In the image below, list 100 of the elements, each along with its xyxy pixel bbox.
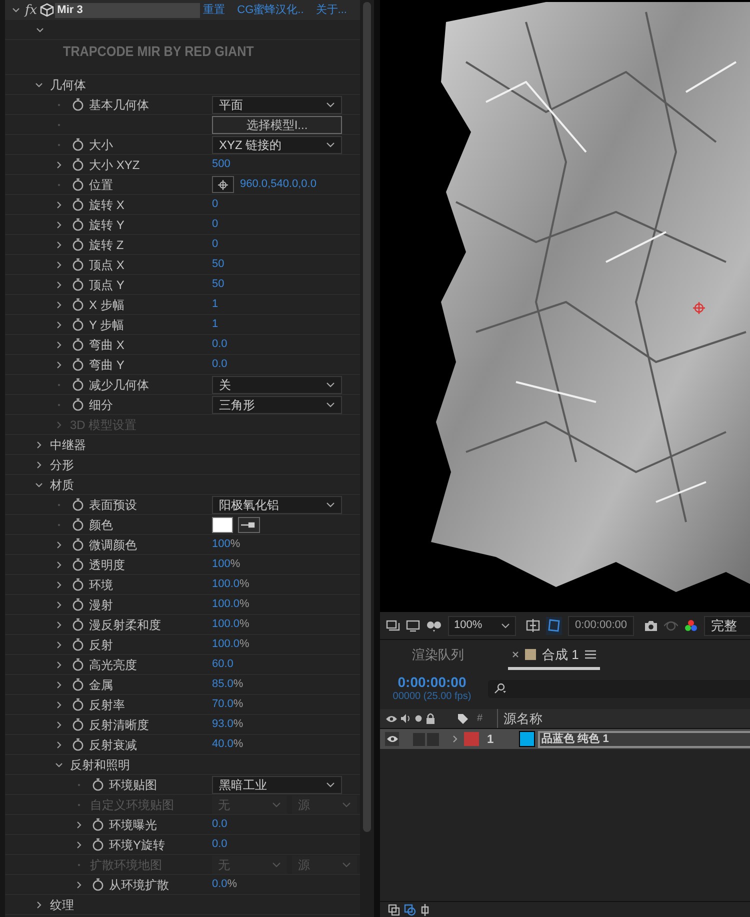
property-value[interactable]: 100.0	[212, 596, 240, 613]
menu-icon[interactable]	[584, 650, 596, 659]
color-channels-icon[interactable]	[684, 618, 698, 632]
effect-link[interactable]: CG蜜蜂汉化..	[237, 2, 304, 18]
stopwatch-icon[interactable]	[72, 378, 84, 391]
group-label[interactable]: 中继器	[50, 436, 86, 454]
property-value[interactable]: 100.0	[212, 616, 240, 633]
stopwatch-icon[interactable]	[72, 238, 84, 251]
dropdown[interactable]: 关	[212, 376, 342, 394]
property-value[interactable]: 0.0	[212, 876, 228, 893]
property-value[interactable]: 100	[212, 556, 230, 573]
property-value[interactable]: 0.0	[212, 816, 228, 833]
stopwatch-icon[interactable]	[72, 658, 84, 671]
stopwatch-icon[interactable]	[72, 178, 84, 191]
stopwatch-icon[interactable]	[72, 738, 84, 751]
time-field[interactable]: 0:00:00:00	[568, 616, 634, 636]
property-value[interactable]: 960.0,540.0,0.0	[240, 176, 316, 193]
resolution-dropdown[interactable]: 完整	[704, 616, 750, 636]
stopwatch-icon[interactable]	[72, 558, 84, 571]
label-color-swatch[interactable]	[464, 732, 479, 746]
mask-toggle-icon[interactable]	[546, 616, 562, 634]
stopwatch-icon[interactable]	[92, 778, 104, 791]
group-label[interactable]: 几何体	[50, 76, 86, 94]
grid-icon[interactable]	[526, 618, 540, 632]
property-value[interactable]: 0.0	[212, 356, 228, 373]
dropdown[interactable]: XYZ 链接的	[212, 136, 342, 154]
property-value[interactable]: 1	[212, 296, 218, 313]
zoom-dropdown[interactable]: 100%	[448, 616, 516, 636]
group-label[interactable]: 材质	[50, 476, 74, 494]
stopwatch-icon[interactable]	[72, 498, 84, 511]
stopwatch-icon[interactable]	[72, 618, 84, 631]
eye-icon[interactable]	[386, 735, 398, 743]
eyedropper-button[interactable]	[238, 516, 260, 532]
search-field[interactable]	[488, 680, 750, 698]
effect-link[interactable]: 关于...	[316, 2, 347, 18]
property-value[interactable]: 0	[212, 236, 218, 253]
property-value[interactable]: 50	[212, 256, 224, 273]
stopwatch-icon[interactable]	[72, 638, 84, 651]
stopwatch-icon[interactable]	[72, 578, 84, 591]
property-value[interactable]: 0.0	[212, 836, 228, 853]
property-value[interactable]: 100	[212, 536, 230, 553]
stopwatch-icon[interactable]	[72, 158, 84, 171]
effect-name[interactable]: Mir 3	[55, 2, 200, 18]
camera-icon[interactable]	[644, 620, 658, 632]
layer-row[interactable]: 1 品蓝色 纯色 1	[380, 729, 750, 749]
property-value[interactable]: 500	[212, 156, 230, 173]
property-value[interactable]: 100.0	[212, 576, 240, 593]
stopwatch-icon[interactable]	[72, 338, 84, 351]
property-value[interactable]: 93.0	[212, 716, 234, 733]
stopwatch-icon[interactable]	[72, 98, 84, 111]
dropdown[interactable]: 阳极氧化铝	[212, 496, 342, 514]
stopwatch-icon[interactable]	[72, 318, 84, 331]
property-value[interactable]: 0.0	[212, 336, 228, 353]
stopwatch-icon[interactable]	[92, 878, 104, 891]
comp-flowchart-icon[interactable]	[388, 904, 400, 916]
solo-toggle[interactable]	[427, 732, 439, 746]
stopwatch-icon[interactable]	[72, 218, 84, 231]
property-value[interactable]: 1	[212, 316, 218, 333]
overlap-toggle-icon[interactable]	[404, 904, 416, 916]
stopwatch-icon[interactable]	[92, 818, 104, 831]
stopwatch-icon[interactable]	[72, 698, 84, 711]
color-swatch[interactable]	[212, 516, 233, 532]
keyframe-toggle-icon[interactable]	[420, 904, 430, 916]
dropdown[interactable]: 平面	[212, 96, 342, 114]
stopwatch-icon[interactable]	[72, 258, 84, 271]
stopwatch-icon[interactable]	[72, 718, 84, 731]
stopwatch-icon[interactable]	[72, 198, 84, 211]
layer-name[interactable]: 品蓝色 纯色 1	[538, 730, 750, 748]
display-icon[interactable]	[386, 620, 400, 632]
dropdown[interactable]: 黑暗工业	[212, 776, 342, 794]
current-time[interactable]: 0:00:00:00	[398, 674, 466, 691]
effect-link[interactable]: 重置	[203, 2, 226, 18]
group-label[interactable]: 反射和照明	[70, 756, 130, 774]
property-value[interactable]: 0	[212, 216, 218, 233]
property-value[interactable]: 60.0	[212, 656, 234, 673]
property-value[interactable]: 85.0	[212, 676, 234, 693]
monitor-icon[interactable]	[406, 620, 420, 632]
close-icon[interactable]	[512, 651, 519, 658]
stopwatch-icon[interactable]	[72, 538, 84, 551]
select-model-button[interactable]: 选择模型I...	[212, 116, 342, 134]
property-value[interactable]: 40.0	[212, 736, 234, 753]
property-value[interactable]: 0	[212, 196, 218, 213]
stopwatch-icon[interactable]	[72, 358, 84, 371]
scrollbar[interactable]	[360, 0, 374, 917]
property-value[interactable]: 100.0	[212, 636, 240, 653]
stopwatch-icon[interactable]	[72, 518, 84, 531]
stopwatch-icon[interactable]	[92, 838, 104, 851]
property-value[interactable]: 50	[212, 276, 224, 293]
stopwatch-icon[interactable]	[72, 398, 84, 411]
group-label[interactable]: 分形	[50, 456, 74, 474]
panel-tab[interactable]: 合成 1	[508, 642, 600, 670]
group-label[interactable]: 纹理	[50, 896, 74, 914]
mask-icon[interactable]	[426, 620, 442, 632]
audio-toggle[interactable]	[413, 732, 425, 746]
property-value[interactable]: 70.0	[212, 696, 234, 713]
panel-tab[interactable]: 渲染队列	[408, 642, 468, 670]
position-target-button[interactable]	[212, 176, 234, 193]
stopwatch-icon[interactable]	[72, 598, 84, 611]
stopwatch-icon[interactable]	[72, 298, 84, 311]
stopwatch-icon[interactable]	[72, 278, 84, 291]
